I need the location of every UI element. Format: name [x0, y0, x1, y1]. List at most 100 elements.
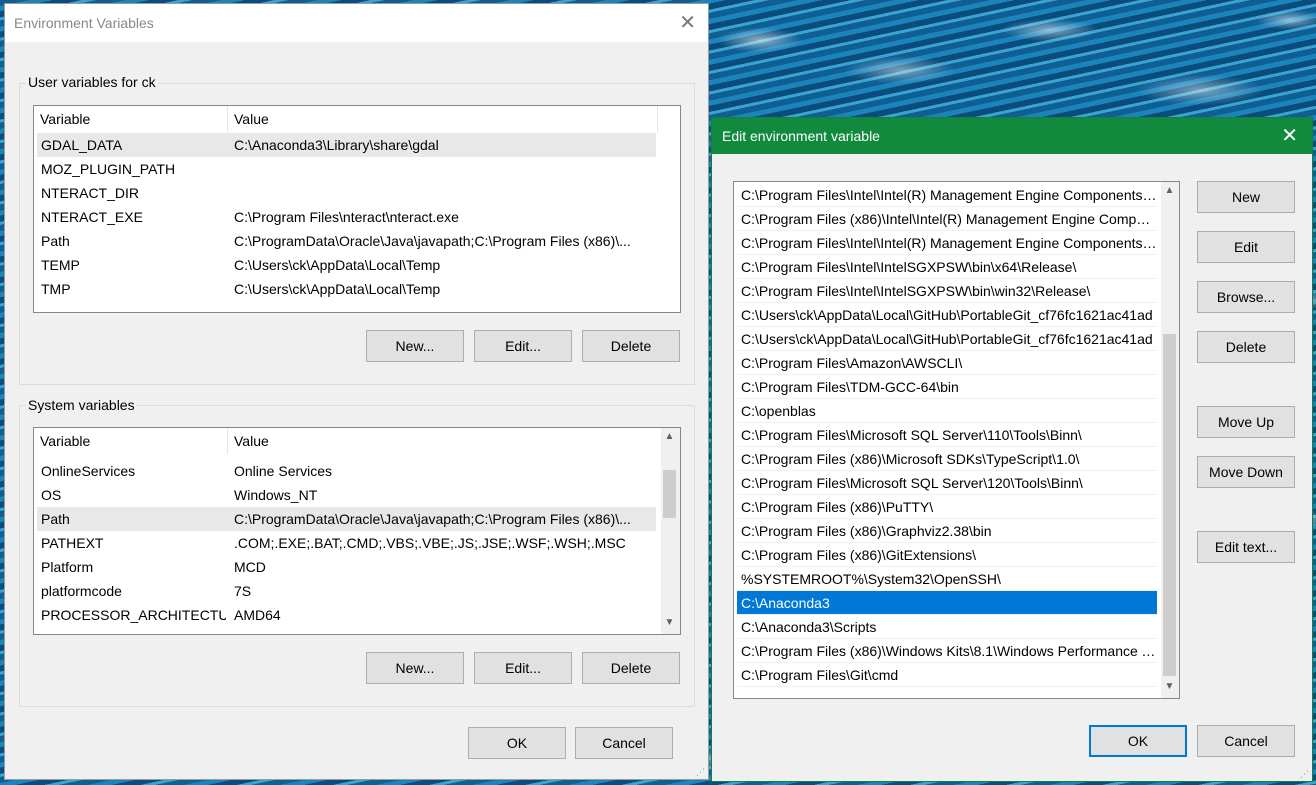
path-entries-list[interactable]: C:\Program Files\Intel\Intel(R) Manageme… [733, 181, 1180, 699]
path-list-item[interactable]: C:\Program Files (x86)\Intel\Intel(R) Ma… [737, 207, 1157, 231]
system-variables-label: System variables [26, 397, 137, 413]
scrollbar-thumb[interactable] [1163, 334, 1176, 676]
variable-name-cell: PROCESSOR_IDENTIFIER [41, 627, 226, 634]
edit-text-button[interactable]: Edit text... [1197, 531, 1295, 563]
variable-value-cell: Windows_NT [234, 487, 318, 503]
table-row[interactable]: TEMP C:\Users\ck\AppData\Local\Temp [37, 253, 656, 277]
variable-name-cell: PATHEXT [41, 535, 104, 551]
path-list-item[interactable]: C:\Program Files\Git\cmd [737, 663, 1157, 687]
table-row[interactable]: Path C:\ProgramData\Oracle\Java\javapath;… [37, 229, 656, 253]
system-new-button[interactable]: New... [366, 652, 464, 684]
edit-path-button[interactable]: Edit [1197, 231, 1295, 263]
cancel-button[interactable]: Cancel [575, 727, 673, 759]
variable-value-cell: Online Services [234, 463, 333, 479]
variable-name-cell: NTERACT_EXE [41, 209, 143, 225]
variable-name-cell: Path [41, 233, 70, 249]
variable-name-cell: OnlineServices [41, 463, 136, 479]
system-variables-list[interactable]: Variable Value OnlineServices Online Serv… [33, 427, 681, 635]
path-list-item[interactable]: C:\Program Files\Microsoft SQL Server\11… [737, 423, 1157, 447]
ok-button[interactable]: OK [1089, 725, 1187, 757]
variable-value-cell: .COM;.EXE;.BAT;.CMD;.VBS;.VBE;.JS;.JSE;.… [234, 535, 626, 551]
system-list-scrollbar[interactable]: ▲ ▼ [661, 428, 680, 634]
table-row[interactable]: OS Windows_NT [37, 483, 656, 507]
user-edit-button[interactable]: Edit... [474, 330, 572, 362]
table-row[interactable]: NTERACT_EXE C:\Program Files\nteract\nter… [37, 205, 656, 229]
variable-value-cell: C:\Users\ck\AppData\Local\Temp [234, 257, 441, 273]
variable-value-cell: 7S [234, 583, 252, 599]
path-list-item[interactable]: C:\Program Files\TDM-GCC-64\bin [737, 375, 1157, 399]
path-list-item[interactable]: C:\Users\ck\AppData\Local\GitHub\Portabl… [737, 327, 1157, 351]
path-list-item[interactable]: C:\Program Files\Intel\IntelSGXPSW\bin\x… [737, 255, 1157, 279]
edit-environment-variable-dialog: Edit environment variable ✕ C:\Program F… [711, 117, 1313, 782]
cancel-button[interactable]: Cancel [1197, 725, 1295, 757]
system-delete-button[interactable]: Delete [582, 652, 680, 684]
path-list-item[interactable]: C:\Program Files\Intel\IntelSGXPSW\bin\w… [737, 279, 1157, 303]
path-list-item[interactable]: %SYSTEMROOT%\System32\OpenSSH\ [737, 567, 1157, 591]
delete-path-button[interactable]: Delete [1197, 331, 1295, 363]
path-list-item[interactable]: C:\Program Files (x86)\Windows Kits\8.1\… [737, 639, 1157, 663]
column-header-value[interactable]: Value [228, 428, 658, 454]
resize-grip-icon[interactable]: ⋰ [1300, 769, 1310, 779]
variable-name-cell: OS [41, 487, 62, 503]
scroll-down-icon[interactable]: ▼ [661, 617, 678, 628]
edit-dialog-title: Edit environment variable [722, 128, 880, 144]
table-row[interactable]: OnlineServices Online Services [37, 459, 656, 483]
close-icon[interactable]: ✕ [679, 10, 696, 35]
table-row[interactable]: Platform MCD [37, 555, 656, 579]
column-header-variable[interactable]: Variable [34, 106, 228, 132]
table-row[interactable]: Path C:\ProgramData\Oracle\Java\javapath;… [37, 507, 656, 531]
table-row[interactable]: platformcode 7S [37, 579, 656, 603]
system-edit-button[interactable]: Edit... [474, 652, 572, 684]
variable-name-cell: TMP [41, 281, 71, 297]
close-icon[interactable]: ✕ [1281, 123, 1298, 148]
table-row[interactable]: GDAL_DATA C:\Anaconda3\Library\share\gdal [37, 133, 656, 157]
variable-value-cell: MCD [234, 559, 266, 575]
user-delete-button[interactable]: Delete [582, 330, 680, 362]
table-row[interactable]: PATHEXT .COM;.EXE;.BAT;.CMD;.VBS;.VBE;.JS… [37, 531, 656, 555]
path-list-item[interactable]: C:\openblas [737, 399, 1157, 423]
column-header-variable[interactable]: Variable [34, 428, 228, 454]
user-variables-label: User variables for ck [26, 74, 158, 90]
user-new-button[interactable]: New... [366, 330, 464, 362]
move-up-button[interactable]: Move Up [1197, 406, 1295, 438]
variable-value-cell: C:\Users\ck\AppData\Local\Temp [234, 281, 441, 297]
variable-value-cell: C:\Anaconda3\Library\share\gdal [234, 137, 439, 153]
table-row[interactable]: PROCESSOR_IDENTIFIER Intel64 Family 6 Mod… [37, 627, 656, 634]
edit-title-bar[interactable]: Edit environment variable ✕ [712, 118, 1312, 154]
path-list-item[interactable]: C:\Program Files\Microsoft SQL Server\12… [737, 471, 1157, 495]
path-list-item[interactable]: C:\Program Files\Intel\Intel(R) Manageme… [737, 183, 1157, 207]
path-list-item[interactable]: C:\Program Files (x86)\GitExtensions\ [737, 543, 1157, 567]
variable-value-cell: C:\ProgramData\Oracle\Java\javapath;C:\P… [234, 511, 631, 527]
scroll-up-icon[interactable]: ▲ [661, 431, 678, 442]
table-row[interactable]: NTERACT_DIR [37, 181, 656, 205]
variable-name-cell: MOZ_PLUGIN_PATH [41, 161, 176, 177]
resize-grip-icon[interactable]: ⋰ [696, 767, 706, 777]
column-header-value[interactable]: Value [228, 106, 658, 132]
table-row[interactable]: MOZ_PLUGIN_PATH [37, 157, 656, 181]
path-list-item[interactable]: C:\Program Files (x86)\Microsoft SDKs\Ty… [737, 447, 1157, 471]
path-list-item[interactable]: C:\Users\ck\AppData\Local\GitHub\Portabl… [737, 303, 1157, 327]
ok-button[interactable]: OK [468, 727, 566, 759]
table-row[interactable]: TMP C:\Users\ck\AppData\Local\Temp [37, 277, 656, 301]
variable-name-cell: Path [41, 511, 70, 527]
scroll-down-icon[interactable]: ▼ [1161, 681, 1178, 692]
env-title-bar[interactable]: Environment Variables ✕ [5, 4, 708, 42]
new-path-button[interactable]: New [1197, 181, 1295, 213]
scroll-up-icon[interactable]: ▲ [1161, 185, 1178, 196]
variable-value-cell: Intel64 Family 6 Model 78 Stepping 3, Ge… [234, 627, 654, 634]
table-row[interactable]: PROCESSOR_ARCHITECTU... AMD64 [37, 603, 656, 627]
path-list-item[interactable]: C:\Program Files (x86)\PuTTY\ [737, 495, 1157, 519]
path-list-item[interactable]: C:\Anaconda3\Scripts [737, 615, 1157, 639]
path-list-scrollbar[interactable]: ▲ ▼ [1161, 182, 1179, 698]
move-down-button[interactable]: Move Down [1197, 456, 1295, 488]
path-list-item[interactable]: C:\Anaconda3 [737, 591, 1157, 615]
path-list-item[interactable]: C:\Program Files\Intel\Intel(R) Manageme… [737, 231, 1157, 255]
scrollbar-thumb[interactable] [663, 470, 676, 518]
variable-name-cell: NTERACT_DIR [41, 185, 140, 201]
user-variables-list[interactable]: Variable Value GDAL_DATA C:\Anaconda3\Lib… [33, 105, 681, 313]
path-list-item[interactable]: C:\Program Files\Amazon\AWSCLI\ [737, 351, 1157, 375]
variable-name-cell: TEMP [41, 257, 80, 273]
browse-button[interactable]: Browse... [1197, 281, 1295, 313]
path-list-item[interactable]: C:\Program Files (x86)\Graphviz2.38\bin [737, 519, 1157, 543]
variable-name-cell: platformcode [41, 583, 122, 599]
